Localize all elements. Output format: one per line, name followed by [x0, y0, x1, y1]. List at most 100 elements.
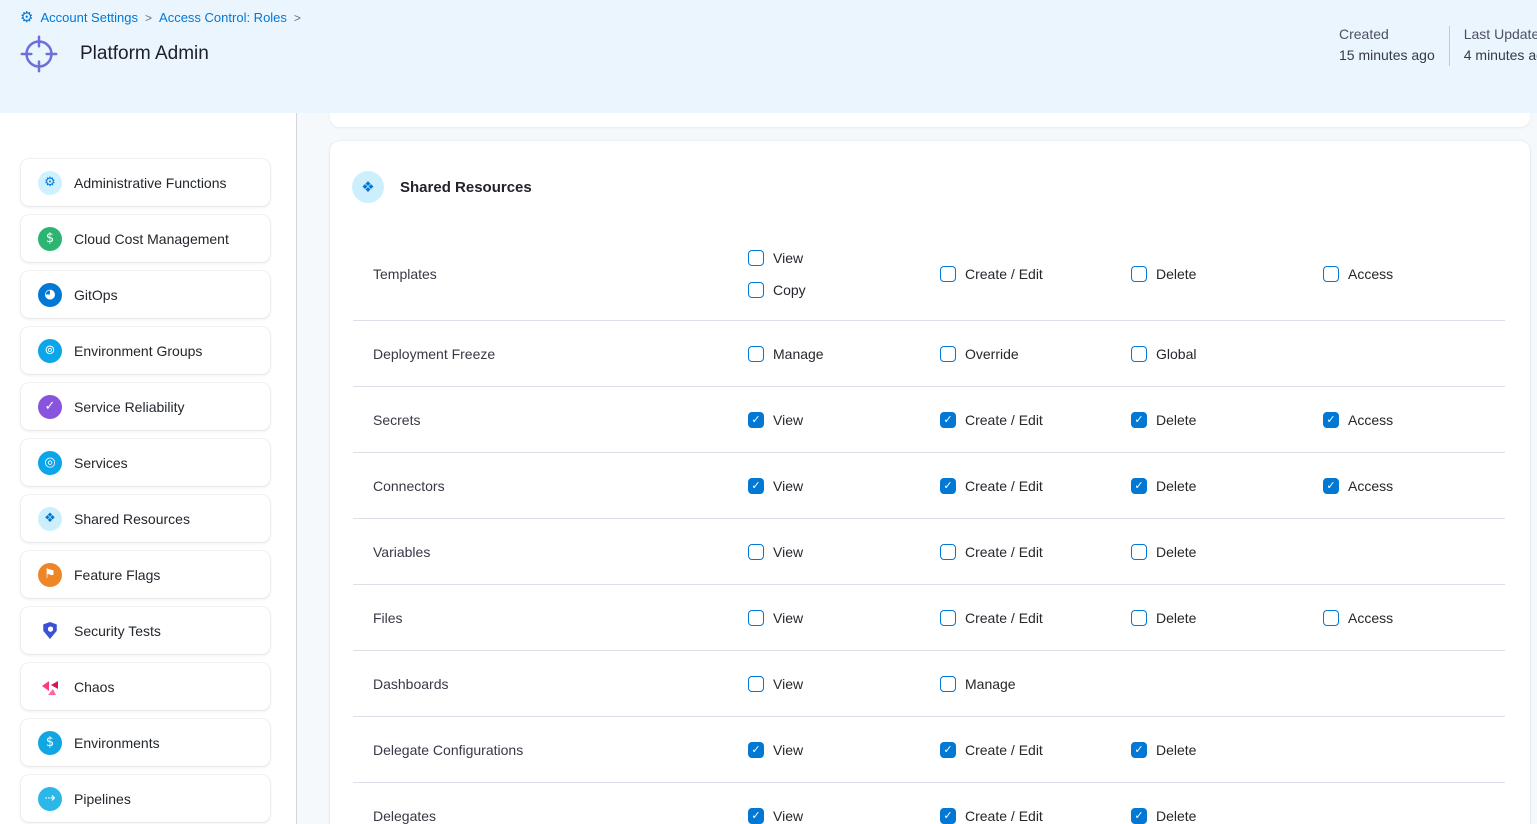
permission-cell: ✓ Create / Edit [940, 478, 1131, 494]
permission-option-access[interactable]: ✓Access [1323, 478, 1530, 494]
sidebar-item-label: Chaos [74, 679, 114, 695]
table-row: Deployment FreezeManageOverrideGlobal [330, 321, 1530, 386]
checkbox-checked[interactable]: ✓ [940, 742, 956, 758]
permission-cell: ✓Delete [1131, 478, 1323, 494]
permission-cell: ✓ Delete [1131, 808, 1323, 824]
permission-label: Access [1348, 266, 1393, 282]
checkbox-unchecked[interactable] [748, 610, 764, 626]
permission-cell: Access [1323, 610, 1530, 626]
checkbox-unchecked[interactable] [940, 676, 956, 692]
resource-name: Secrets [330, 412, 748, 428]
sidebar-item-gitops[interactable]: ◕GitOps [21, 271, 270, 318]
checkbox-unchecked[interactable] [748, 282, 764, 298]
permission-label: Create / Edit [965, 478, 1043, 494]
checkbox-checked[interactable]: ✓ [748, 742, 764, 758]
permission-option-delete[interactable]: ✓Delete [1131, 742, 1323, 758]
permission-option-create-edit[interactable]: ✓ Create / Edit [940, 478, 1131, 494]
gear-icon: ⚙ [20, 10, 33, 25]
permission-option-view[interactable]: View [748, 544, 940, 560]
permission-cell: Global [1131, 346, 1323, 362]
permission-option-create-edit[interactable]: Create / Edit [940, 610, 1131, 626]
checkbox-checked[interactable]: ✓ [940, 412, 956, 428]
permission-option-delete[interactable]: ✓Delete [1131, 478, 1323, 494]
permission-option-view[interactable]: ✓ View [748, 478, 940, 494]
sidebar-item-administrative-functions[interactable]: ⚙Administrative Functions [21, 159, 270, 206]
permission-option-delete[interactable]: Delete [1131, 610, 1323, 626]
checkbox-unchecked[interactable] [748, 250, 764, 266]
permission-label: Delete [1156, 808, 1196, 824]
permission-label: Manage [965, 676, 1016, 692]
permission-cell: ✓Create / Edit [940, 412, 1131, 428]
permission-option-manage[interactable]: Manage [748, 346, 940, 362]
checkbox-unchecked[interactable] [748, 544, 764, 560]
breadcrumb-link-access-control-roles[interactable]: Access Control: Roles [159, 10, 287, 25]
sidebar-item-shared-resources[interactable]: ❖Shared Resources [21, 495, 270, 542]
sidebar-item-cloud-cost-management[interactable]: $Cloud Cost Management [21, 215, 270, 262]
checkbox-unchecked[interactable] [1131, 544, 1147, 560]
checkbox-unchecked[interactable] [940, 266, 956, 282]
checkbox-unchecked[interactable] [1131, 266, 1147, 282]
checkbox-checked[interactable]: ✓ [748, 808, 764, 824]
checkbox-checked[interactable]: ✓ [748, 478, 764, 494]
sidebar-item-chaos[interactable]: Chaos [21, 663, 270, 710]
sidebar-item-feature-flags[interactable]: ⚑Feature Flags [21, 551, 270, 598]
permission-option-view[interactable]: ✓View [748, 808, 940, 824]
permission-option-create-edit[interactable]: ✓ Create / Edit [940, 808, 1131, 824]
checkbox-checked[interactable]: ✓ [1131, 412, 1147, 428]
checkbox-checked[interactable]: ✓ [1131, 742, 1147, 758]
checkbox-checked[interactable]: ✓ [1131, 478, 1147, 494]
last-updated-label: Last Updated [1464, 26, 1537, 42]
permission-option-create-edit[interactable]: ✓ Create / Edit [940, 742, 1131, 758]
checkbox-checked[interactable]: ✓ [940, 478, 956, 494]
permission-option-access[interactable]: ✓Access [1323, 412, 1530, 428]
breadcrumb-link-account-settings[interactable]: Account Settings [40, 10, 138, 25]
checkbox-unchecked[interactable] [1131, 610, 1147, 626]
permission-option-view[interactable]: View [748, 610, 940, 626]
permission-option-delete[interactable]: Delete [1131, 266, 1323, 282]
sidebar-item-label: Security Tests [74, 623, 161, 639]
sidebar-item-pipelines[interactable]: ⇢Pipelines [21, 775, 270, 822]
permission-option-override[interactable]: Override [940, 346, 1131, 362]
permission-option-access[interactable]: Access [1323, 266, 1530, 282]
permission-option-copy[interactable]: Copy [748, 282, 940, 298]
permission-option-create-edit[interactable]: Create / Edit [940, 544, 1131, 560]
checkbox-checked[interactable]: ✓ [1323, 412, 1339, 428]
permission-label: View [773, 478, 803, 494]
permission-label: Create / Edit [965, 742, 1043, 758]
permission-label: Create / Edit [965, 808, 1043, 824]
permission-label: View [773, 412, 803, 428]
checkbox-checked[interactable]: ✓ [1131, 808, 1147, 824]
checkbox-checked[interactable]: ✓ [940, 808, 956, 824]
permission-option-view[interactable]: ✓View [748, 742, 940, 758]
permission-option-delete[interactable]: ✓Delete [1131, 412, 1323, 428]
permission-option-access[interactable]: Access [1323, 610, 1530, 626]
checkbox-checked[interactable]: ✓ [1323, 478, 1339, 494]
sidebar-item-label: Feature Flags [74, 567, 160, 583]
page-title: Platform Admin [80, 43, 209, 65]
checkbox-unchecked[interactable] [940, 610, 956, 626]
permission-option-delete[interactable]: Delete [1131, 544, 1323, 560]
checkbox-unchecked[interactable] [1323, 610, 1339, 626]
permission-cell: View [748, 676, 940, 692]
sidebar-item-services[interactable]: ◎Services [21, 439, 270, 486]
permission-option-manage[interactable]: Manage [940, 676, 1131, 692]
permission-option-create-edit[interactable]: ✓Create / Edit [940, 412, 1131, 428]
checkbox-unchecked[interactable] [748, 346, 764, 362]
permission-option-global[interactable]: Global [1131, 346, 1323, 362]
sidebar-item-environments[interactable]: $Environments [21, 719, 270, 766]
permission-option-view[interactable]: ✓ View [748, 412, 940, 428]
permission-option-view[interactable]: View [748, 250, 940, 266]
checkbox-unchecked[interactable] [940, 544, 956, 560]
permission-option-create-edit[interactable]: Create / Edit [940, 266, 1131, 282]
permission-option-view[interactable]: View [748, 676, 940, 692]
sidebar-item-security-tests[interactable]: Security Tests [21, 607, 270, 654]
checkbox-unchecked[interactable] [748, 676, 764, 692]
checkbox-checked[interactable]: ✓ [748, 412, 764, 428]
permission-option-delete[interactable]: ✓ Delete [1131, 808, 1323, 824]
checkbox-unchecked[interactable] [1323, 266, 1339, 282]
sidebar-item-service-reliability[interactable]: ✓Service Reliability [21, 383, 270, 430]
sidebar-item-environment-groups[interactable]: ⊚Environment Groups [21, 327, 270, 374]
permission-cell: ✓Access [1323, 478, 1530, 494]
checkbox-unchecked[interactable] [940, 346, 956, 362]
checkbox-unchecked[interactable] [1131, 346, 1147, 362]
